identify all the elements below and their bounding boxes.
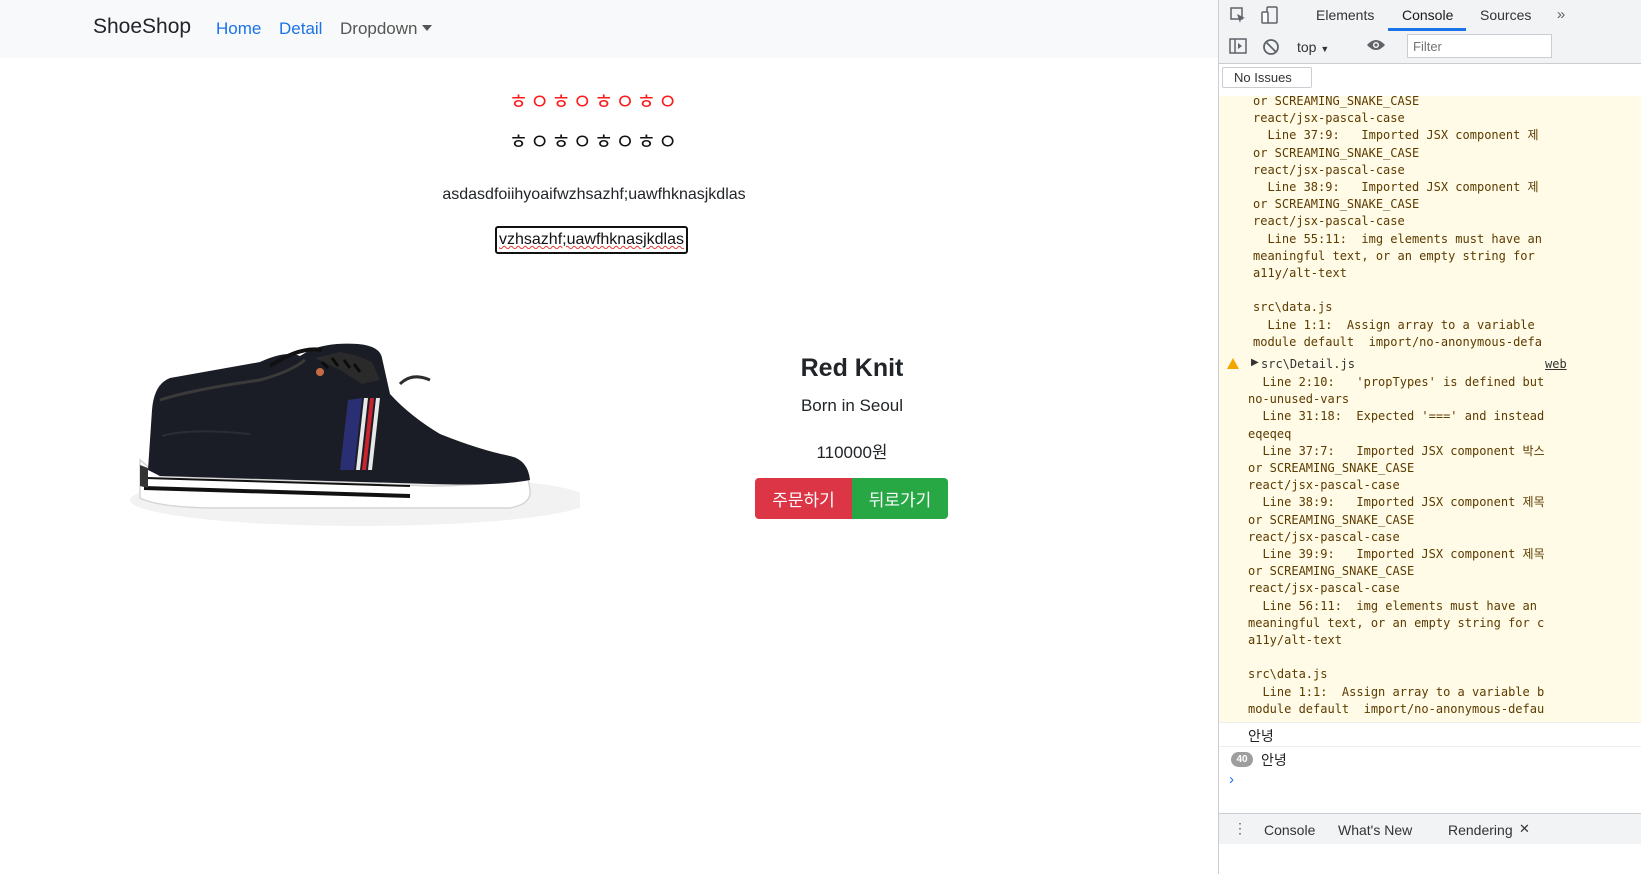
drawer-tabbar: ⋮ Console What's New Rendering ✕	[1219, 813, 1641, 844]
drawer-tab-console[interactable]: Console	[1264, 822, 1315, 838]
log-message: 안녕	[1248, 728, 1274, 744]
text-input[interactable]	[495, 226, 688, 254]
eye-icon[interactable]	[1366, 38, 1385, 56]
brand-logo[interactable]: ShoeShop	[93, 15, 191, 39]
warning-header: ▶ src\Detail.js web	[1225, 357, 1641, 374]
order-button[interactable]: 주문하기	[755, 478, 852, 519]
device-toggle-icon[interactable]	[1261, 6, 1279, 24]
tab-elements[interactable]: Elements	[1316, 7, 1374, 23]
red-heading: ㅎㅇㅎㅇㅎㅇㅎㅇ	[508, 91, 680, 114]
drawer-tab-rendering[interactable]: Rendering	[1448, 822, 1513, 838]
react-app: ShoeShop Home Detail Dropdown ㅎㅇㅎㅇㅎㅇㅎㅇ ㅎ…	[0, 0, 1218, 874]
sidebar-toggle-icon[interactable]	[1229, 38, 1247, 56]
close-icon[interactable]: ✕	[1519, 821, 1530, 837]
tab-sources[interactable]: Sources	[1480, 7, 1531, 23]
nav-dropdown[interactable]: Dropdown	[340, 19, 432, 39]
back-button[interactable]: 뒤로가기	[852, 478, 948, 519]
context-selector-label: top	[1297, 39, 1317, 55]
expand-arrow-icon[interactable]: ▶	[1251, 357, 1259, 368]
nav-link-detail[interactable]: Detail	[279, 19, 322, 39]
console-prompt[interactable]: ›	[1229, 771, 1234, 788]
dropdown-arrow-icon: ▼	[1320, 44, 1330, 54]
nav-link-home[interactable]: Home	[216, 19, 261, 39]
clear-console-icon[interactable]	[1262, 38, 1280, 56]
warning-source: src\Detail.js	[1261, 357, 1355, 371]
product-title: Red Knit	[800, 354, 904, 382]
product-price: 110000원	[816, 443, 888, 462]
warning-message-2: Line 2:10: 'propTypes' is defined but no…	[1248, 375, 1545, 716]
nav-dropdown-label: Dropdown	[340, 19, 418, 38]
devtools-tabbar: Elements Console Sources »	[1219, 0, 1641, 32]
log-message: 안녕	[1261, 752, 1287, 768]
console-filter-input[interactable]	[1407, 34, 1552, 58]
mirrored-text: asdasdfoiihyoaifwzhsazhf;uawfhknasjkdlas	[442, 186, 746, 203]
sneaker-image	[130, 343, 590, 526]
console-toolbar: top ▼	[1219, 31, 1641, 64]
more-tabs-icon[interactable]: »	[1552, 6, 1570, 24]
devtools-panel: Elements Console Sources » top ▼ No Issu…	[1218, 0, 1641, 874]
navbar: ShoeShop Home Detail Dropdown	[0, 0, 1218, 58]
warning-icon	[1227, 358, 1239, 369]
black-heading: ㅎㅇㅎㅇㅎㅇㅎㅇ	[508, 131, 680, 154]
context-selector[interactable]: top ▼	[1297, 39, 1329, 55]
warning-source-link[interactable]: web	[1545, 357, 1567, 371]
product-subtitle: Born in Seoul	[800, 396, 904, 415]
console-log-row: 안녕	[1219, 722, 1641, 747]
kebab-menu-icon[interactable]: ⋮	[1233, 820, 1247, 837]
console-log-row: 40 안녕	[1219, 746, 1641, 771]
caret-down-icon	[421, 25, 432, 31]
console-messages[interactable]: or SCREAMING_SNAKE_CASE react/jsx-pascal…	[1219, 96, 1641, 722]
inspect-icon[interactable]	[1229, 6, 1247, 24]
repeat-count-badge: 40	[1231, 752, 1253, 767]
drawer-tab-whats-new[interactable]: What's New	[1338, 822, 1412, 838]
tab-console[interactable]: Console	[1402, 7, 1453, 23]
product-image	[100, 300, 590, 540]
warning-message-1: or SCREAMING_SNAKE_CASE react/jsx-pascal…	[1253, 96, 1542, 349]
issues-button[interactable]: No Issues	[1222, 67, 1312, 88]
